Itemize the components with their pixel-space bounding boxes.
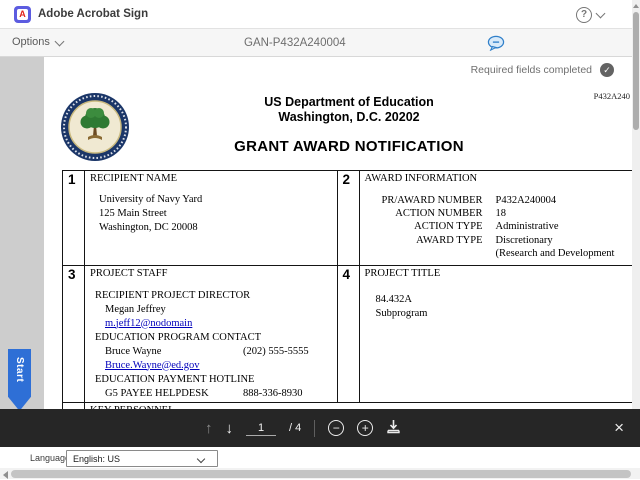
download-icon [386, 419, 401, 434]
chevron-down-icon [54, 36, 64, 46]
required-fields-status: Required fields completed ✓ [471, 63, 614, 77]
app-title: Adobe Acrobat Sign [38, 8, 148, 20]
vertical-scrollbar-thumb[interactable] [633, 12, 639, 130]
notification-title: GRANT AWARD NOTIFICATION [164, 138, 534, 155]
box-project-title: 4 PROJECT TITLE 84.432A Subprogram [337, 265, 633, 404]
footer: Language English: US [0, 447, 640, 480]
project-title-lines: 84.432A Subprogram [376, 293, 428, 321]
pdf-toolbar: ↑ ↓ / 4 − + × [0, 409, 640, 447]
adobe-acrobat-logo-icon: A [14, 6, 31, 23]
box-number-column: 3 [63, 266, 85, 403]
page-number-input[interactable] [246, 421, 276, 436]
options-label: Options [12, 36, 50, 48]
box-recipient-name: 1 RECIPIENT NAME University of Navy Yard… [62, 170, 338, 266]
department-of-education-seal [60, 92, 130, 162]
vertical-scrollbar[interactable] [632, 0, 640, 409]
language-label: Language [30, 453, 70, 463]
document-heading: US Department of Education Washington, D… [164, 95, 534, 155]
help-menu[interactable]: ? [576, 7, 604, 23]
email-link[interactable]: Bruce.Wayne@ed.gov [105, 360, 200, 371]
staff-name-line: G5 PAYEE HELPDESK 888-336-8930 [95, 387, 333, 401]
scroll-up-icon[interactable] [633, 4, 639, 8]
previous-page-button[interactable]: ↑ [205, 420, 213, 437]
email-link[interactable]: m.jeff12@nodomain [105, 318, 192, 329]
next-page-button[interactable]: ↓ [226, 420, 234, 437]
staff-role: EDUCATION PROGRAM CONTACT [95, 331, 333, 345]
close-toolbar-button[interactable]: × [608, 417, 630, 439]
award-fields: PR/AWARD NUMBERP432A240004 ACTION NUMBER… [365, 194, 615, 260]
horizontal-scrollbar-thumb[interactable] [11, 470, 631, 478]
box3-label: PROJECT STAFF [90, 268, 167, 279]
box-project-staff: 3 PROJECT STAFF RECIPIENT PROJECT DIRECT… [62, 265, 338, 404]
pdf-toolbar-controls: ↑ ↓ / 4 − + [205, 409, 401, 447]
help-icon[interactable]: ? [576, 7, 592, 23]
org-line1: US Department of Education [164, 95, 534, 110]
box-award-information: 2 AWARD INFORMATION PR/AWARD NUMBERP432A… [337, 170, 633, 266]
scroll-left-icon[interactable] [3, 471, 8, 479]
page-corner-code: P432A240 [594, 91, 630, 101]
start-tab-label: Start [14, 357, 25, 382]
staff-email: m.jeff12@nodomain [95, 317, 333, 331]
document-title: GAN-P432A240004 [244, 37, 346, 49]
language-select[interactable]: English: US [66, 450, 218, 467]
box-number-column: 2 [338, 171, 360, 265]
document-viewport[interactable]: Required fields completed ✓ P432A240 US … [0, 57, 632, 447]
app-header: A Adobe Acrobat Sign ? [0, 0, 640, 29]
box1-label: RECIPIENT NAME [90, 173, 177, 184]
options-button[interactable]: Options [12, 36, 63, 48]
box4-label: PROJECT TITLE [365, 268, 441, 279]
zoom-in-button[interactable]: + [357, 420, 373, 436]
staff-name-line: Megan Jeffrey [95, 303, 333, 317]
box-number-column: 4 [338, 266, 360, 403]
acrobat-sign-window: A Adobe Acrobat Sign ? Options GAN-P432A… [0, 0, 640, 480]
toolbar-divider [314, 420, 315, 437]
zoom-out-button[interactable]: − [328, 420, 344, 436]
staff-role: RECIPIENT PROJECT DIRECTOR [95, 289, 333, 303]
staff-name-line: Bruce Wayne (202) 555-5555 [95, 345, 333, 359]
required-fields-text: Required fields completed [471, 64, 592, 76]
chevron-down-icon[interactable] [596, 9, 606, 19]
recipient-address: University of Navy Yard 125 Main Street … [99, 193, 202, 235]
page-total: / 4 [289, 422, 301, 434]
box-number-column: 1 [63, 171, 85, 265]
box2-label: AWARD INFORMATION [365, 173, 478, 184]
staff-email: Bruce.Wayne@ed.gov [95, 359, 333, 373]
pdf-page: Required fields completed ✓ P432A240 US … [44, 57, 632, 447]
options-bar: Options GAN-P432A240004 [0, 29, 632, 57]
horizontal-scrollbar[interactable] [0, 468, 640, 479]
staff-list: RECIPIENT PROJECT DIRECTOR Megan Jeffrey… [95, 289, 333, 415]
org-line2: Washington, D.C. 20202 [164, 110, 534, 125]
comment-bubble-icon[interactable] [487, 35, 505, 51]
staff-role: EDUCATION PAYMENT HOTLINE [95, 373, 333, 387]
download-button[interactable] [386, 419, 401, 437]
check-circle-icon: ✓ [600, 63, 614, 77]
